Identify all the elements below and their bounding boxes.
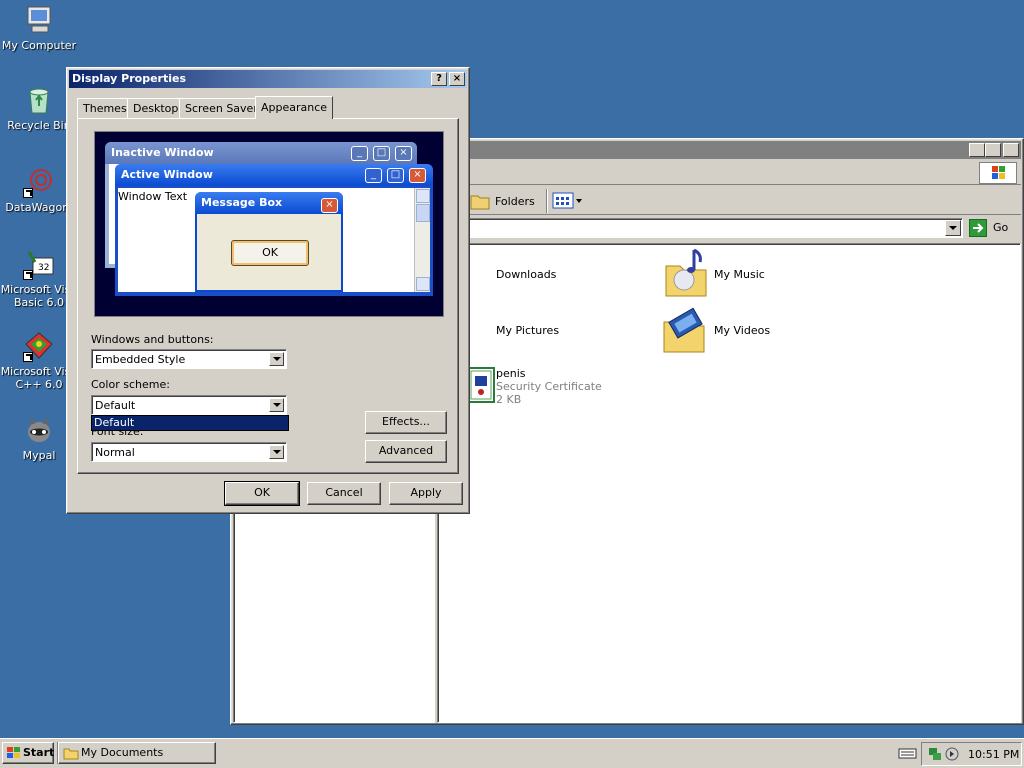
preview-close-icon: × bbox=[395, 146, 412, 161]
preview-inactive-title: Inactive Window bbox=[105, 142, 417, 164]
scroll-down-icon bbox=[416, 277, 430, 291]
preview-maximize-icon: □ bbox=[387, 168, 404, 183]
start-label: Start bbox=[23, 746, 55, 759]
folders-button[interactable]: Folders bbox=[469, 189, 539, 213]
preview-ok-button: OK bbox=[231, 240, 309, 266]
windows-buttons-label: Windows and buttons: bbox=[91, 333, 214, 346]
taskbar: Start My Documents 10:51 PM bbox=[0, 738, 1024, 768]
system-tray: 10:51 PM bbox=[921, 742, 1022, 766]
color-scheme-dropdown-list[interactable]: Default bbox=[91, 415, 289, 431]
file-type: Security Certificate bbox=[496, 380, 602, 393]
windows-logo-icon bbox=[979, 162, 1017, 184]
desktop-icon-my-computer[interactable]: My Computer bbox=[0, 4, 78, 52]
windows-logo-icon bbox=[7, 747, 20, 758]
file-name: penis bbox=[496, 367, 526, 380]
close-button[interactable]: × bbox=[1003, 143, 1019, 157]
scroll-thumb bbox=[416, 204, 430, 222]
raccoon-icon bbox=[23, 414, 55, 446]
start-button[interactable]: Start bbox=[2, 742, 54, 764]
videos-folder-icon bbox=[663, 307, 705, 353]
shortcut-arrow-icon bbox=[23, 352, 33, 362]
dialog-title-bar[interactable]: Display Properties ? × bbox=[69, 70, 467, 88]
folders-icon bbox=[470, 195, 490, 210]
chevron-down-icon[interactable] bbox=[269, 352, 284, 366]
network-icon[interactable] bbox=[927, 746, 943, 762]
clock[interactable]: 10:51 PM bbox=[968, 748, 1019, 761]
file-name: My Videos bbox=[714, 324, 771, 337]
windows-buttons-select[interactable]: Embedded Style bbox=[91, 349, 287, 369]
preview-close-icon: × bbox=[409, 168, 426, 183]
font-size-select[interactable]: Normal bbox=[91, 442, 287, 462]
recycle-bin-icon bbox=[23, 84, 55, 116]
tab-appearance[interactable]: Appearance bbox=[255, 96, 334, 119]
file-name: My Music bbox=[714, 268, 765, 281]
tab-desktop[interactable]: Desktop bbox=[127, 98, 185, 118]
datawagon-icon bbox=[23, 166, 55, 198]
effects-button[interactable]: Effects... bbox=[365, 411, 447, 434]
close-button[interactable]: × bbox=[449, 72, 465, 86]
scroll-up-icon bbox=[416, 189, 430, 203]
color-scheme-select[interactable]: Default bbox=[91, 395, 287, 415]
preview-minimize-icon: _ bbox=[351, 146, 368, 161]
preview-scrollbar bbox=[414, 188, 430, 292]
preview-message-box: Message Box × OK bbox=[195, 192, 343, 292]
folders-label: Folders bbox=[495, 195, 535, 208]
views-icon bbox=[552, 192, 582, 209]
shortcut-arrow-icon bbox=[23, 270, 33, 280]
tab-screen-saver[interactable]: Screen Saver bbox=[179, 98, 264, 118]
chevron-down-icon[interactable] bbox=[269, 445, 284, 459]
taskbar-button-my-documents[interactable]: My Documents bbox=[58, 742, 216, 764]
maximize-button[interactable]: □ bbox=[985, 143, 1001, 157]
font-size-value: Normal bbox=[95, 446, 135, 459]
ok-button[interactable]: OK bbox=[224, 481, 300, 506]
window-text: Window Text bbox=[118, 190, 188, 203]
file-item-my-videos[interactable]: My Videos bbox=[658, 300, 798, 356]
dialog-title: Display Properties bbox=[72, 72, 187, 85]
tab-strip: Themes Desktop Screen Saver Appearance bbox=[77, 96, 457, 120]
preview-minimize-icon: _ bbox=[365, 168, 382, 183]
color-scheme-value: Default bbox=[95, 399, 136, 412]
message-close-icon: × bbox=[321, 198, 338, 213]
go-button[interactable]: Go bbox=[969, 218, 1019, 238]
visual-cpp-icon bbox=[23, 330, 55, 362]
display-properties-dialog[interactable]: Display Properties ? × Themes Desktop Sc… bbox=[66, 67, 470, 514]
go-arrow-icon bbox=[969, 219, 987, 237]
apply-button[interactable]: Apply bbox=[389, 482, 463, 505]
views-button[interactable] bbox=[547, 189, 583, 213]
keyboard-icon[interactable] bbox=[898, 746, 918, 760]
cancel-button[interactable]: Cancel bbox=[307, 482, 381, 505]
file-list-pane[interactable]: Downloads My Music My Pictures My Videos… bbox=[419, 243, 1021, 723]
color-scheme-label: Color scheme: bbox=[91, 378, 170, 391]
preview-active-title: Active Window bbox=[115, 164, 433, 186]
color-scheme-option-default[interactable]: Default bbox=[92, 416, 288, 430]
file-size: 2 KB bbox=[496, 393, 522, 406]
certificate-icon bbox=[467, 367, 495, 403]
task-label: My Documents bbox=[81, 746, 164, 759]
volume-icon[interactable] bbox=[944, 746, 960, 762]
desktop-icon-label: My Computer bbox=[1, 39, 77, 52]
chevron-down-icon[interactable] bbox=[269, 398, 284, 412]
go-label: Go bbox=[993, 221, 1009, 234]
preview-maximize-icon: □ bbox=[373, 146, 390, 161]
shortcut-arrow-icon bbox=[23, 188, 33, 198]
tab-themes[interactable]: Themes bbox=[77, 98, 133, 118]
music-folder-icon bbox=[665, 248, 707, 297]
svg-text:32: 32 bbox=[38, 263, 49, 273]
folder-icon bbox=[63, 748, 79, 760]
help-button[interactable]: ? bbox=[431, 72, 447, 86]
message-title-text: Message Box bbox=[201, 196, 283, 209]
file-item-my-music[interactable]: My Music bbox=[658, 244, 798, 300]
windows-buttons-value: Embedded Style bbox=[95, 353, 186, 366]
file-name: My Pictures bbox=[496, 324, 560, 337]
tab-panel: Inactive Window _ □ × Active Window _ □ … bbox=[77, 118, 459, 474]
file-name: Downloads bbox=[496, 268, 557, 281]
visual-basic-icon: 32 bbox=[23, 248, 55, 280]
dropdown-arrow-button[interactable] bbox=[945, 220, 961, 236]
computer-icon bbox=[23, 4, 55, 36]
minimize-button[interactable]: _ bbox=[969, 143, 985, 157]
active-title-text: Active Window bbox=[121, 168, 213, 181]
inactive-title-text: Inactive Window bbox=[111, 146, 214, 159]
appearance-preview: Inactive Window _ □ × Active Window _ □ … bbox=[94, 131, 444, 317]
advanced-button[interactable]: Advanced bbox=[365, 440, 447, 463]
